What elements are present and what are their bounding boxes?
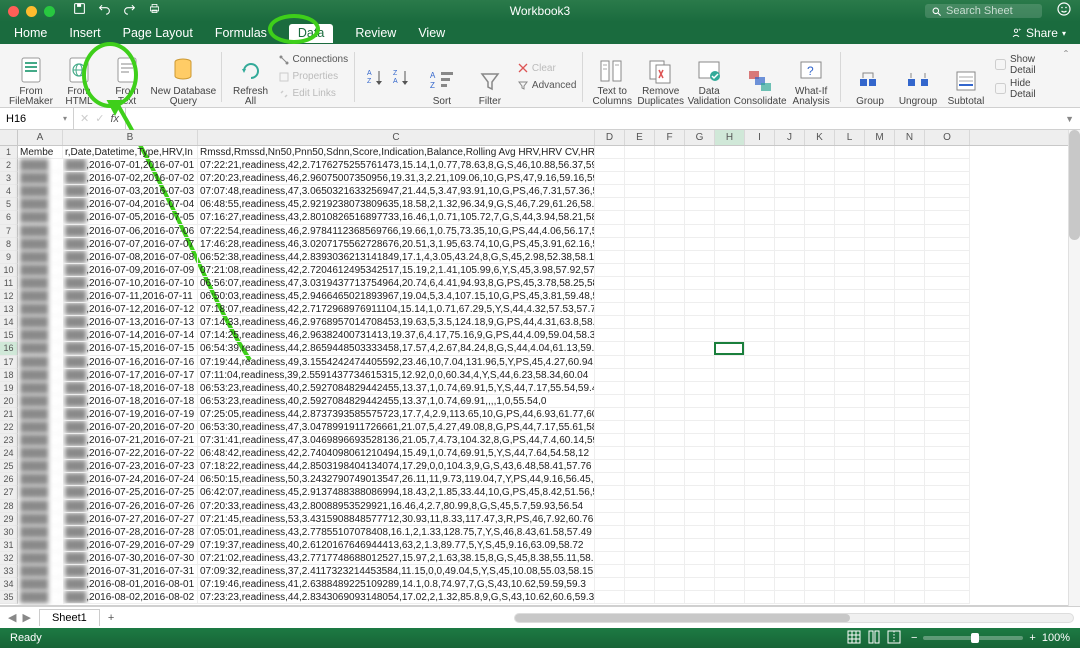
properties-button[interactable]: Properties	[278, 69, 349, 85]
spreadsheet-grid[interactable]: ABCDEFGHIJKLMNO 1Member,Date,Datetime,Ty…	[0, 130, 1080, 606]
ribbon: From FileMaker From HTML From Text New D…	[0, 44, 1080, 108]
sheet-nav-next-icon[interactable]: ▶	[22, 611, 30, 624]
advanced-filter-button[interactable]: Advanced	[517, 77, 576, 93]
from-text-button[interactable]: From Text	[104, 47, 150, 107]
tab-view[interactable]: View	[418, 26, 445, 40]
column-header[interactable]: J	[775, 130, 805, 145]
column-header[interactable]: O	[925, 130, 970, 145]
column-header[interactable]: M	[865, 130, 895, 145]
horizontal-scrollbar[interactable]	[122, 613, 1080, 623]
tab-review[interactable]: Review	[355, 26, 396, 40]
tab-formulas[interactable]: Formulas	[215, 26, 267, 40]
share-button[interactable]: + Share ▾	[1010, 26, 1066, 40]
column-header[interactable]: B	[63, 130, 198, 145]
expand-formula-bar-icon[interactable]: ▼	[1059, 114, 1080, 124]
status-bar: Ready − + 100%	[0, 628, 1080, 648]
tab-home[interactable]: Home	[14, 26, 47, 40]
column-header[interactable]: A	[18, 130, 63, 145]
refresh-all-button[interactable]: Refresh All	[228, 47, 274, 107]
status-ready: Ready	[10, 632, 42, 644]
search-input[interactable]	[946, 5, 1036, 17]
hide-detail-button[interactable]: Hide Detail	[995, 78, 1052, 100]
column-header[interactable]: G	[685, 130, 715, 145]
fullscreen-window-button[interactable]	[44, 6, 55, 17]
column-header[interactable]: D	[595, 130, 625, 145]
new-database-query-button[interactable]: New Database Query	[152, 47, 215, 107]
zoom-slider[interactable]	[923, 636, 1023, 640]
tab-page-layout[interactable]: Page Layout	[123, 26, 193, 40]
what-if-analysis-button[interactable]: ?What-If Analysis	[788, 47, 834, 107]
column-header[interactable]: F	[655, 130, 685, 145]
column-header[interactable]: N	[895, 130, 925, 145]
sort-button[interactable]: AZSort	[419, 47, 465, 107]
search-sheet-box[interactable]	[925, 4, 1042, 18]
connections-button[interactable]: Connections	[278, 52, 349, 68]
view-page-layout-icon[interactable]	[867, 630, 881, 647]
column-header[interactable]: C	[198, 130, 595, 145]
text-to-columns-button[interactable]: Text to Columns	[589, 47, 635, 107]
subtotal-button[interactable]: Subtotal	[943, 47, 989, 107]
zoom-in-button[interactable]: +	[1029, 632, 1035, 644]
from-html-button[interactable]: From HTML	[56, 47, 102, 107]
search-icon	[931, 6, 942, 17]
svg-text:A: A	[367, 70, 372, 77]
ribbon-tabs: Home Insert Page Layout Formulas Data Re…	[0, 22, 1080, 44]
redo-icon[interactable]	[123, 2, 136, 20]
group-button[interactable]: Group	[847, 47, 893, 107]
clear-filter-button[interactable]: Clear	[517, 60, 576, 76]
column-header[interactable]: K	[805, 130, 835, 145]
svg-text:A: A	[430, 71, 436, 80]
undo-icon[interactable]	[98, 2, 111, 20]
sheet-tab[interactable]: Sheet1	[39, 609, 100, 626]
formula-bar: H16▾ ✕ ✓ fx ▼	[0, 108, 1080, 130]
svg-text:Z: Z	[367, 78, 372, 85]
column-header[interactable]: E	[625, 130, 655, 145]
save-icon[interactable]	[73, 2, 86, 20]
edit-links-button[interactable]: Edit Links	[278, 86, 349, 102]
print-icon[interactable]	[148, 2, 161, 20]
collapse-ribbon-icon[interactable]: ˆ	[1060, 46, 1072, 64]
svg-text:A: A	[393, 78, 398, 85]
consolidate-button[interactable]: Consolidate	[734, 47, 786, 107]
svg-text:Z: Z	[430, 81, 435, 90]
sheet-tab-bar: ◀ ▶ Sheet1 +	[0, 606, 1080, 628]
sheet-nav-prev-icon[interactable]: ◀	[8, 611, 16, 624]
confirm-formula-icon[interactable]: ✓	[95, 112, 104, 125]
zoom-out-button[interactable]: −	[911, 632, 917, 644]
cancel-formula-icon[interactable]: ✕	[80, 112, 89, 125]
column-header[interactable]: I	[745, 130, 775, 145]
window-title: Workbook3	[510, 4, 570, 18]
show-detail-button[interactable]: Show Detail	[995, 54, 1052, 76]
svg-text:Z: Z	[393, 70, 398, 77]
name-box[interactable]: H16▾	[0, 108, 74, 129]
vertical-scrollbar[interactable]	[1068, 130, 1080, 606]
svg-text:+: +	[1018, 28, 1021, 34]
column-header[interactable]: H	[715, 130, 745, 145]
close-window-button[interactable]	[8, 6, 19, 17]
tab-data[interactable]: Data	[289, 24, 333, 43]
view-page-break-icon[interactable]	[887, 630, 901, 647]
zoom-level: 100%	[1042, 632, 1070, 644]
svg-text:?: ?	[807, 64, 814, 78]
tab-insert[interactable]: Insert	[69, 26, 100, 40]
filter-button[interactable]: Filter	[467, 47, 513, 107]
view-normal-icon[interactable]	[847, 630, 861, 647]
quick-access-toolbar	[73, 2, 161, 20]
feedback-icon[interactable]	[1056, 1, 1072, 22]
data-validation-button[interactable]: Data Validation	[686, 47, 732, 107]
minimize-window-button[interactable]	[26, 6, 37, 17]
ungroup-button[interactable]: Ungroup	[895, 47, 941, 107]
from-filemaker-button[interactable]: From FileMaker	[8, 47, 54, 107]
fx-icon[interactable]: fx	[110, 113, 119, 125]
column-header[interactable]: L	[835, 130, 865, 145]
sort-za-button[interactable]: ZA	[387, 47, 417, 107]
remove-duplicates-button[interactable]: Remove Duplicates	[637, 47, 684, 107]
add-sheet-button[interactable]: +	[100, 612, 122, 624]
title-bar: Workbook3	[0, 0, 1080, 22]
window-controls	[8, 6, 55, 17]
